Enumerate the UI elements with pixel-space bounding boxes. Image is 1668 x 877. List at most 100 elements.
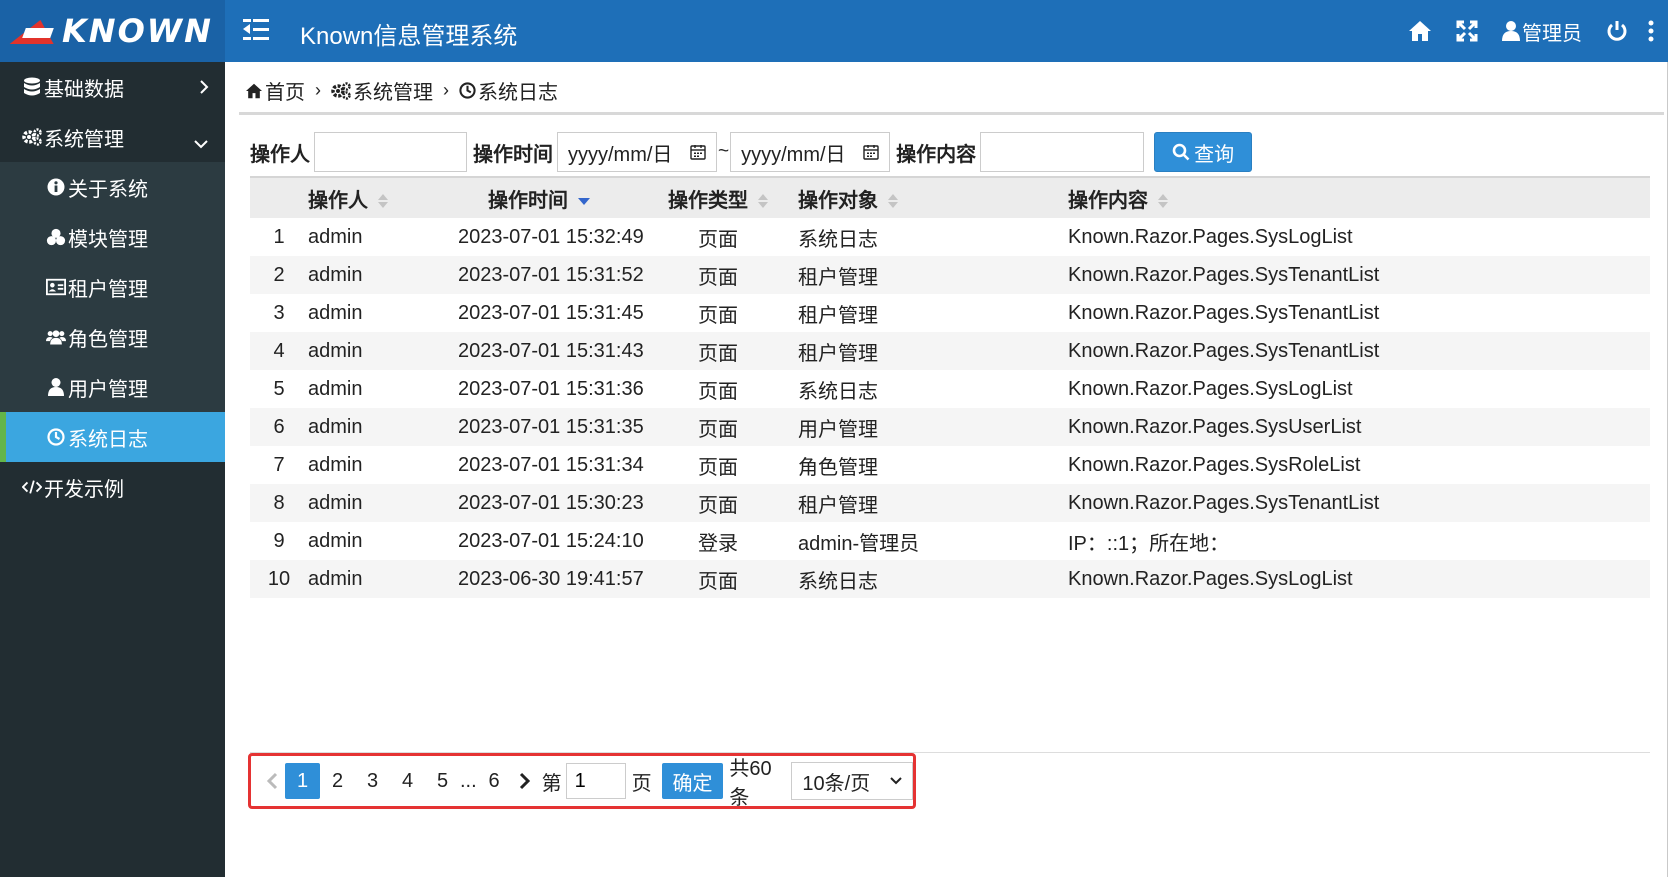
query-button[interactable]: 查询 <box>1154 132 1253 172</box>
sidebar-item-label: 开发示例 <box>44 478 124 501</box>
column-header-target[interactable]: 操作对象 <box>798 184 1068 213</box>
page-button-3[interactable]: 3 <box>355 763 390 799</box>
fullscreen-button[interactable] <box>1444 0 1490 62</box>
table-row[interactable]: 4 admin 2023-07-01 15:31:43 页面 租户管理 Known.Raz… <box>250 332 1650 370</box>
chevron-right-icon <box>519 772 530 790</box>
goto-page-input[interactable] <box>565 763 626 799</box>
table-row[interactable]: 1 admin 2023-07-01 15:32:49 页面 系统日志 Known.Raz… <box>250 218 1650 256</box>
sort-icon <box>758 194 768 209</box>
search-bar: 操作人 操作时间 yyyy/mm/日 ~ yyyy/mm/日 操作内容 查询 <box>250 132 1253 172</box>
cogs-icon <box>331 81 351 100</box>
home-button[interactable] <box>1396 0 1444 62</box>
breadcrumb-divider <box>239 112 1664 115</box>
breadcrumb-home[interactable]: 首页 <box>245 76 305 105</box>
sort-icon <box>888 194 898 209</box>
sidebar-item-system-log[interactable]: 系统日志 <box>0 412 225 462</box>
database-icon <box>22 77 42 97</box>
operation-time-label: 操作时间 <box>473 143 553 166</box>
table-row[interactable]: 3 admin 2023-07-01 15:31:45 页面 租户管理 Known.Raz… <box>250 294 1650 332</box>
column-header-content[interactable]: 操作内容 <box>1068 184 1650 213</box>
top-bar: KNOWN Known信息管理系统 管理员 <box>0 0 1668 62</box>
user-name: 管理员 <box>1522 22 1582 45</box>
date-start-field[interactable]: yyyy/mm/日 <box>557 132 717 172</box>
page-button-6[interactable]: 6 <box>477 763 512 799</box>
sidebar-item-roles[interactable]: 角色管理 <box>0 312 225 362</box>
table-row[interactable]: 5 admin 2023-07-01 15:31:36 页面 系统日志 Known.Raz… <box>250 370 1650 408</box>
clock-icon <box>46 428 66 446</box>
table-body: 1 admin 2023-07-01 15:32:49 页面 系统日志 Known.Raz… <box>250 218 1650 598</box>
page-button-2[interactable]: 2 <box>320 763 355 799</box>
operator-input[interactable] <box>314 132 467 172</box>
users-icon <box>46 328 66 346</box>
log-table: 操作人 操作时间 操作类型 操作对象 操作内容 1 admin 2023-07-01… <box>250 178 1650 598</box>
breadcrumb-system-management[interactable]: 系统管理 <box>331 76 433 105</box>
date-start-placeholder: yyyy/mm/日 <box>568 143 673 166</box>
logo-text: KNOWN <box>62 12 213 50</box>
table-row[interactable]: 2 admin 2023-07-01 15:31:52 页面 租户管理 Known.Raz… <box>250 256 1650 294</box>
sidebar-item-label: 模块管理 <box>68 228 148 251</box>
sidebar-item-system-management[interactable]: 系统管理 <box>0 112 225 162</box>
goto-prefix: 第 <box>541 772 562 795</box>
sidebar: 基础数据 系统管理 关于系统 模块管理 租户管理 角色管理 用户管理 系统日志 … <box>0 62 225 877</box>
logout-button[interactable] <box>1594 0 1640 62</box>
sidebar-item-tenants[interactable]: 租户管理 <box>0 262 225 312</box>
page-button-5[interactable]: 5 <box>425 763 460 799</box>
table-row[interactable]: 9 admin 2023-07-01 15:24:10 登录 admin-管理员 IP：:… <box>250 522 1650 560</box>
page-button-4[interactable]: 4 <box>390 763 425 799</box>
table-row[interactable]: 10 admin 2023-06-30 19:41:57 页面 系统日志 Known.Ra… <box>250 560 1650 598</box>
date-separator: ~ <box>718 141 730 162</box>
sidebar-item-about[interactable]: 关于系统 <box>0 162 225 212</box>
operation-content-label: 操作内容 <box>896 143 977 166</box>
menu-icon[interactable] <box>243 19 269 41</box>
table-header: 操作人 操作时间 操作类型 操作对象 操作内容 <box>250 178 1650 218</box>
total-count: 共60条 <box>729 758 772 809</box>
home-icon <box>246 83 262 98</box>
user-menu[interactable]: 管理员 <box>1490 0 1594 62</box>
fullscreen-icon <box>1456 20 1478 42</box>
cubes-icon <box>46 227 66 247</box>
sidebar-item-label: 系统管理 <box>44 128 124 151</box>
prev-page-button[interactable] <box>259 763 285 799</box>
operation-content-input[interactable] <box>980 132 1145 172</box>
sidebar-item-label: 基础数据 <box>44 78 124 101</box>
pagination: 1 2 3 4 5 ... 6 第 页 确定 共60条 10条/页 <box>248 753 916 809</box>
operator-label: 操作人 <box>250 143 310 166</box>
sidebar-item-basic-data[interactable]: 基础数据 <box>0 62 225 112</box>
sidebar-item-label: 用户管理 <box>68 378 148 401</box>
calendar-icon <box>863 145 879 160</box>
sidebar-item-dev-examples[interactable]: 开发示例 <box>0 462 225 512</box>
chevron-right-icon <box>199 78 209 101</box>
chevron-down-icon <box>193 132 209 155</box>
more-button[interactable] <box>1640 0 1668 62</box>
sidebar-item-users[interactable]: 用户管理 <box>0 362 225 412</box>
table-row[interactable]: 7 admin 2023-07-01 15:31:34 页面 角色管理 Known.Raz… <box>250 446 1650 484</box>
main-content: 首页 › 系统管理 › 系统日志 操作人 操作时间 yyyy/mm/日 ~ yy… <box>225 62 1668 877</box>
column-header-type[interactable]: 操作类型 <box>668 184 798 213</box>
breadcrumb-separator-icon: › <box>315 80 321 100</box>
page-button-1[interactable]: 1 <box>285 763 320 799</box>
sidebar-item-modules[interactable]: 模块管理 <box>0 212 225 262</box>
sidebar-item-label: 关于系统 <box>68 178 148 201</box>
next-page-button[interactable] <box>512 763 538 799</box>
table-row[interactable]: 6 admin 2023-07-01 15:31:35 页面 用户管理 Known.Raz… <box>250 408 1650 446</box>
sidebar-item-label: 系统日志 <box>68 428 148 451</box>
date-end-placeholder: yyyy/mm/日 <box>741 143 846 166</box>
sort-icon <box>1158 194 1168 209</box>
power-icon <box>1607 21 1627 41</box>
page-size-value: 10条/页 <box>802 772 871 795</box>
code-icon <box>22 479 42 495</box>
table-row[interactable]: 8 admin 2023-07-01 15:30:23 页面 租户管理 Known.Raz… <box>250 484 1650 522</box>
page-size-select[interactable]: 10条/页 <box>791 762 914 800</box>
column-header-time[interactable]: 操作时间 <box>458 184 668 213</box>
logo[interactable]: KNOWN <box>0 0 225 62</box>
chevron-left-icon <box>266 772 278 790</box>
home-icon <box>1409 21 1431 41</box>
app-title: Known信息管理系统 <box>300 23 518 50</box>
page-ellipsis: ... <box>459 769 477 792</box>
clock-icon <box>459 82 476 99</box>
confirm-page-button[interactable]: 确定 <box>661 763 724 799</box>
date-end-field[interactable]: yyyy/mm/日 <box>730 132 891 172</box>
column-header-operator[interactable]: 操作人 <box>308 184 458 213</box>
goto-suffix: 页 <box>631 772 652 795</box>
calendar-icon <box>690 145 706 160</box>
